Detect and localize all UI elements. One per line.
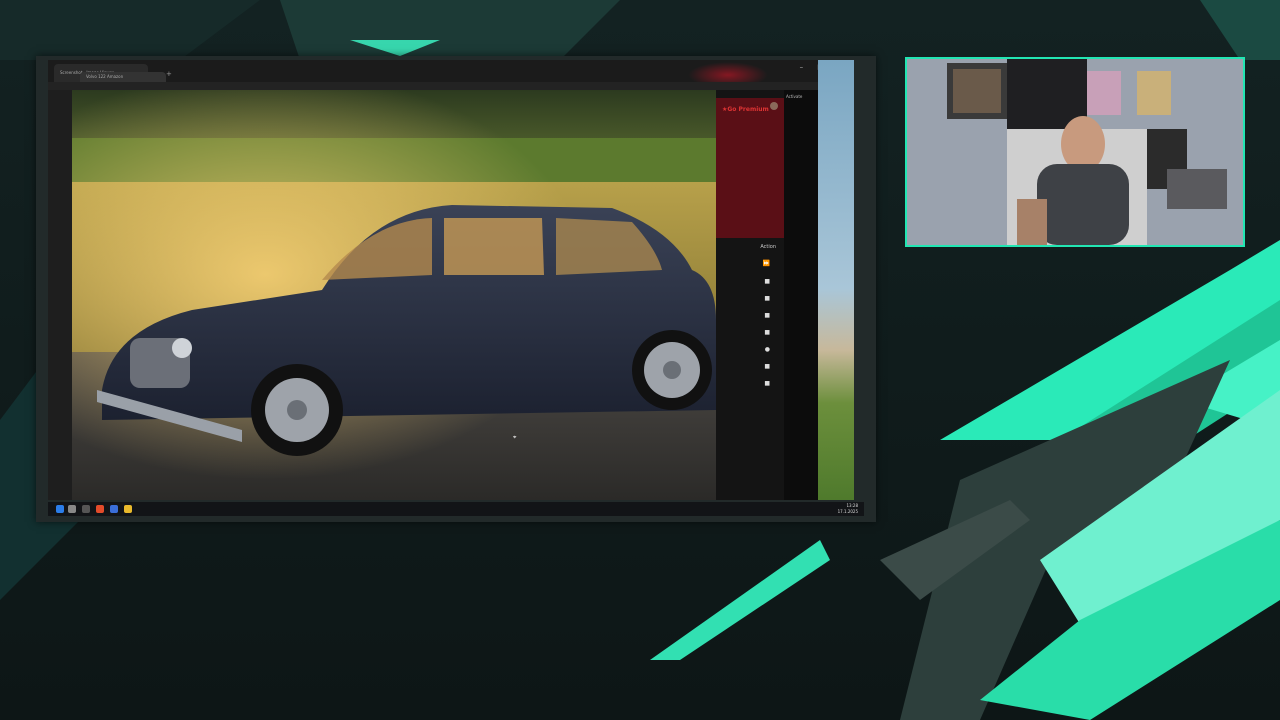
action-header: Action bbox=[760, 244, 776, 250]
taskbar-clock: 13:28 17.1.2025 bbox=[838, 503, 858, 515]
screen-capture-frame: Screenshot - Image Viewer Volvo 122 Amaz… bbox=[36, 56, 876, 522]
trash-icon[interactable]: ■ bbox=[764, 278, 770, 285]
search-icon[interactable] bbox=[68, 505, 76, 513]
chrome-icon[interactable] bbox=[96, 505, 104, 513]
trash-icon[interactable]: ■ bbox=[764, 380, 770, 387]
desktop-wallpaper bbox=[818, 60, 854, 500]
car-photo bbox=[72, 90, 716, 500]
clock-time: 13:28 bbox=[846, 503, 858, 508]
app-icon[interactable] bbox=[110, 505, 118, 513]
mouse-cursor-icon: ⌖ bbox=[513, 434, 517, 441]
new-tab-button[interactable]: + bbox=[166, 70, 172, 78]
right-pane-label: Activate bbox=[786, 94, 803, 99]
lock-icon[interactable]: ● bbox=[765, 346, 770, 353]
browser-tab-active[interactable]: Volvo 122 Amazon bbox=[80, 72, 166, 82]
clock-date: 17.1.2025 bbox=[837, 509, 858, 514]
avatar[interactable] bbox=[770, 102, 778, 110]
tab-bar: Screenshot - Image Viewer Volvo 122 Amaz… bbox=[48, 60, 854, 88]
task-view-icon[interactable] bbox=[82, 505, 90, 513]
taskbar: 13:28 17.1.2025 bbox=[48, 502, 864, 516]
fast-forward-icon[interactable]: ⏩ bbox=[763, 260, 770, 267]
browser-window: Screenshot - Image Viewer Volvo 122 Amaz… bbox=[48, 60, 854, 500]
right-pane: Activate bbox=[784, 90, 818, 500]
premium-panel: ★Go Premium Action ⏩ ■ ■ ■ ■ ● ■ ■ bbox=[716, 90, 784, 500]
trash-icon[interactable]: ■ bbox=[764, 329, 770, 336]
trash-icon[interactable]: ■ bbox=[764, 312, 770, 319]
viewer-sidebar bbox=[48, 90, 72, 500]
trash-icon[interactable]: ■ bbox=[764, 363, 770, 370]
address-bar[interactable] bbox=[48, 82, 854, 90]
folder-icon[interactable] bbox=[124, 505, 132, 513]
windows-start-icon[interactable] bbox=[56, 505, 64, 513]
webcam-overlay bbox=[905, 57, 1245, 247]
trash-icon[interactable]: ■ bbox=[764, 295, 770, 302]
go-premium-button[interactable]: ★Go Premium bbox=[722, 106, 769, 113]
premium-banner bbox=[716, 98, 784, 238]
tab-title-2: Volvo 122 Amazon bbox=[86, 74, 124, 79]
